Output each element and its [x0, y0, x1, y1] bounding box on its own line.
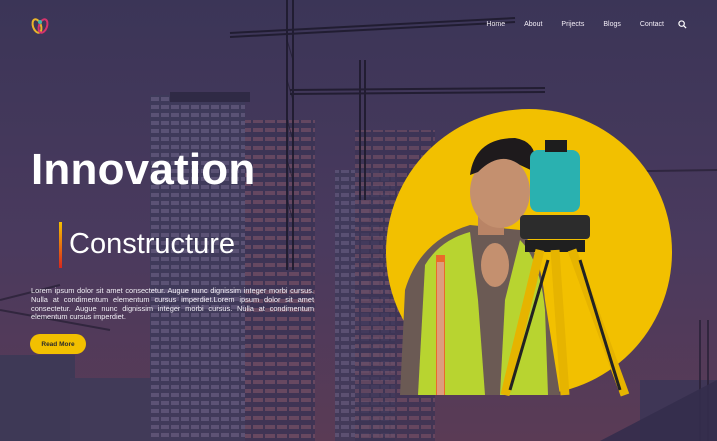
hero-description: Lorem ipsum dolor sit amet consectetur. … — [31, 286, 314, 322]
accent-bar — [59, 222, 62, 268]
hero-surveyor-illustration — [386, 109, 672, 397]
hero-subtitle: Constructure — [69, 228, 236, 260]
read-more-button[interactable]: Read More — [30, 334, 86, 354]
hero-title: Innovation — [31, 145, 256, 194]
